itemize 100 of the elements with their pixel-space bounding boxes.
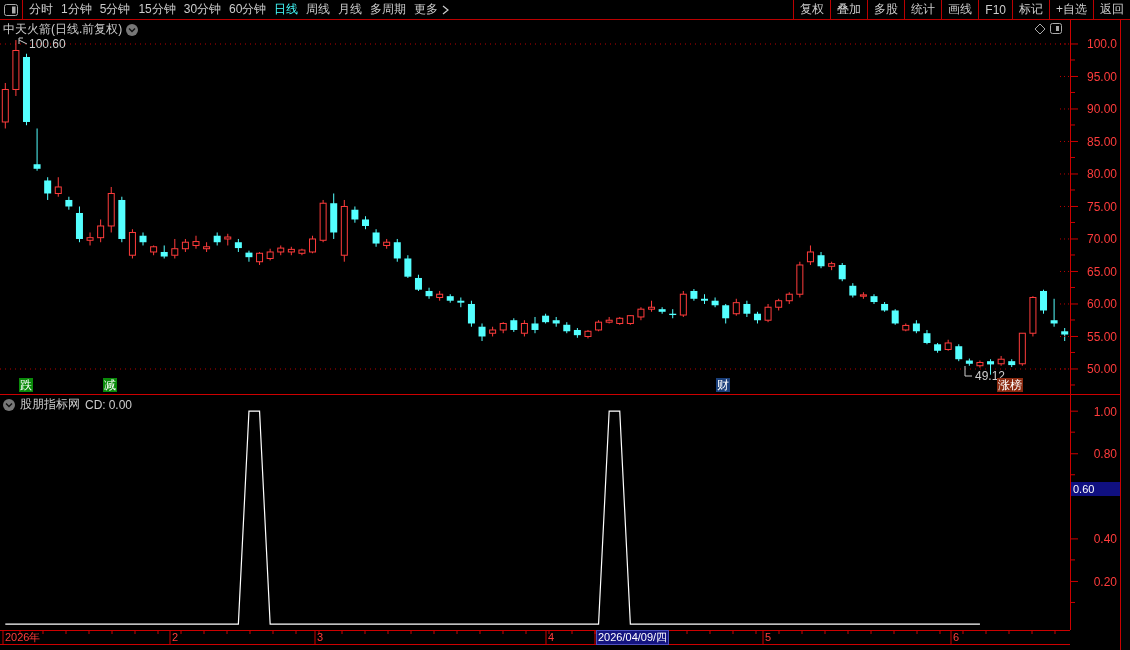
candle: [743, 300, 751, 318]
toolbar-button[interactable]: 返回: [1093, 0, 1130, 19]
candle: [457, 297, 465, 308]
candle: [881, 301, 889, 313]
candle: [573, 327, 581, 339]
candle: [510, 317, 518, 333]
candle: [595, 319, 603, 332]
event-marker[interactable]: 减: [103, 378, 117, 392]
candle: [351, 206, 359, 224]
candle: [181, 238, 189, 253]
period-tab[interactable]: 更多: [410, 0, 454, 19]
candle: [12, 39, 20, 97]
candle: [309, 235, 316, 254]
high-price-label: 100.60: [29, 37, 66, 51]
candle: [287, 246, 295, 256]
candle: [224, 233, 232, 246]
period-tab[interactable]: 月线: [334, 0, 367, 19]
event-marker[interactable]: 跌: [19, 378, 33, 392]
axis-label: 1.00: [1093, 404, 1117, 419]
axis-label: 60.00: [1086, 297, 1117, 312]
candle: [414, 274, 422, 292]
candle: [245, 250, 253, 263]
toolbar-button[interactable]: 复权: [793, 0, 831, 19]
candle: [330, 193, 338, 240]
toolbar-button[interactable]: +自选: [1049, 0, 1093, 19]
candle: [1029, 295, 1037, 337]
candle: [817, 251, 825, 269]
axis-label: 85.00: [1086, 135, 1117, 149]
panel-icon[interactable]: [1050, 23, 1062, 34]
candle: [648, 300, 656, 313]
candle: [605, 316, 613, 324]
candle: [467, 300, 475, 328]
period-tab[interactable]: 日线: [270, 0, 303, 19]
candle: [891, 308, 899, 326]
candle: [139, 232, 147, 246]
candle: [764, 303, 772, 323]
toolbar-button[interactable]: 标记: [1012, 0, 1049, 19]
period-tab[interactable]: 60分钟: [225, 0, 271, 19]
dropdown-icon[interactable]: [126, 23, 139, 36]
cursor-value: 0.60: [1071, 482, 1120, 496]
axis-label: 50.00: [1086, 362, 1117, 377]
candle: [425, 287, 433, 300]
period-tab[interactable]: 15分钟: [134, 0, 180, 19]
candle: [266, 248, 274, 261]
cursor-date-tag: 2026/04/09/四: [597, 631, 669, 644]
candle: [542, 313, 550, 324]
candle: [234, 238, 242, 253]
period-tab[interactable]: 5分钟: [95, 0, 135, 19]
event-marker[interactable]: 财: [716, 378, 730, 392]
candle: [965, 358, 973, 367]
period-tab[interactable]: 周线: [302, 0, 335, 19]
candle: [796, 261, 804, 298]
candle: [75, 206, 83, 243]
candle: [531, 316, 539, 334]
candle: [637, 306, 645, 321]
candle: [118, 196, 126, 243]
candle: [372, 228, 380, 248]
candle: [203, 241, 211, 253]
candle: [806, 245, 814, 266]
candle: [902, 323, 910, 332]
period-tab[interactable]: 分时: [25, 0, 57, 19]
axis-label: 95.00: [1086, 70, 1117, 84]
candle: [499, 321, 507, 334]
candle: [446, 293, 454, 304]
candle: [150, 245, 158, 256]
candle: [849, 282, 857, 298]
dropdown-icon[interactable]: [3, 398, 15, 411]
candle: [679, 290, 687, 318]
period-tab[interactable]: 多周期: [366, 0, 411, 19]
period-tab[interactable]: 1分钟: [57, 0, 96, 19]
toolbar-button[interactable]: 画线: [941, 0, 979, 19]
candle: [33, 127, 41, 172]
candle: [298, 248, 306, 256]
period-tab[interactable]: 30分钟: [179, 0, 226, 19]
toolbar-button[interactable]: 叠加: [830, 0, 868, 19]
candle: [54, 176, 62, 198]
candle: [404, 254, 412, 279]
axis-label: 0.20: [1093, 574, 1117, 589]
candle: [192, 235, 200, 250]
candle: [128, 228, 136, 259]
axis-label: 55.00: [1086, 330, 1117, 344]
diamond-icon[interactable]: [1034, 23, 1046, 35]
chevron-right-icon: [442, 4, 450, 15]
toolbar-button[interactable]: 统计: [904, 0, 942, 19]
toolbar-button[interactable]: 多股: [867, 0, 905, 19]
date-label: 6: [953, 631, 960, 644]
candle: [277, 245, 285, 256]
candle: [86, 232, 94, 246]
candle: [785, 291, 793, 305]
candle: [669, 308, 677, 319]
candle: [701, 293, 708, 305]
candle: [1040, 289, 1047, 315]
candle: [1050, 298, 1058, 328]
axis-label: 70.00: [1086, 232, 1117, 247]
indicator-reading: 0.00: [108, 397, 133, 412]
candle: [838, 262, 846, 282]
candle: [436, 290, 444, 302]
toolbar-button[interactable]: F10: [978, 0, 1012, 19]
candle: [934, 342, 942, 354]
leader-line: [964, 365, 973, 377]
